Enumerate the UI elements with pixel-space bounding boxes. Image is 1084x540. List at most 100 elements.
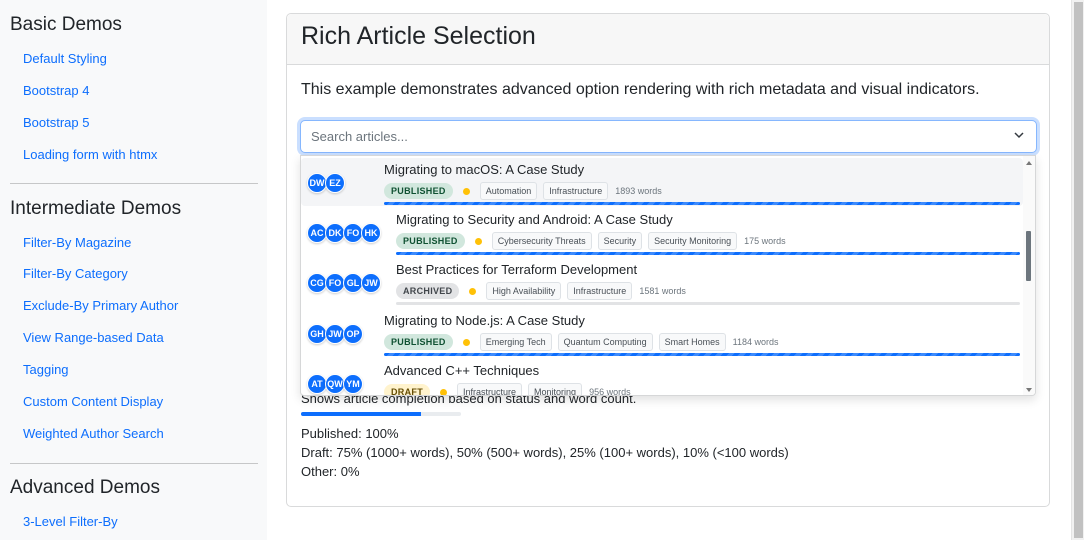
tag: Smart Homes <box>658 333 726 351</box>
tag: Infrastructure <box>457 383 523 395</box>
scroll-up-arrow-icon[interactable] <box>1026 161 1032 165</box>
scroll-down-arrow-icon[interactable] <box>1026 388 1032 392</box>
article-title: Advanced C++ Techniques <box>384 363 540 378</box>
article-title: Migrating to Security and Android: A Cas… <box>396 212 673 227</box>
tag: High Availability <box>486 282 562 300</box>
dropdown-scrollbar[interactable] <box>1023 156 1035 395</box>
article-meta: PUBLISHED Automation Infrastructure 1893… <box>384 182 662 200</box>
nav-filter-by-category[interactable]: Filter-By Category <box>23 266 128 282</box>
nav-default-styling[interactable]: Default Styling <box>23 51 107 67</box>
avatar: GH <box>307 324 327 344</box>
article-option[interactable]: AC DK FO HK Migrating to Security and An… <box>301 208 1023 256</box>
tag: Emerging Tech <box>479 333 552 351</box>
tag: Security <box>597 232 643 250</box>
chevron-down-icon[interactable] <box>1012 128 1026 142</box>
nav-3-level-filter-by[interactable]: 3-Level Filter-By <box>23 514 118 530</box>
divider <box>10 183 258 184</box>
completion-progress-bar <box>301 412 461 416</box>
nav-loading-form-htmx[interactable]: Loading form with htmx <box>23 147 157 163</box>
tag: Automation <box>479 182 538 200</box>
article-option[interactable]: DW EZ Migrating to macOS: A Case Study P… <box>301 158 1023 206</box>
article-title: Best Practices for Terraform Development <box>396 262 638 277</box>
status-badge: PUBLISHED <box>396 233 465 249</box>
nav-view-range-based-data[interactable]: View Range-based Data <box>23 330 164 346</box>
author-avatars: DW EZ <box>307 173 345 193</box>
nav-filter-by-magazine[interactable]: Filter-By Magazine <box>23 235 131 251</box>
article-meta: PUBLISHED Emerging Tech Quantum Computin… <box>384 333 779 351</box>
status-badge: PUBLISHED <box>384 183 453 199</box>
section-title-basic-demos: Basic Demos <box>10 14 122 35</box>
page-scroll-thumb[interactable] <box>1074 2 1083 538</box>
divider <box>10 463 258 464</box>
article-progress <box>396 302 1020 305</box>
card-header: Rich Article Selection <box>287 14 1049 65</box>
status-dot <box>440 388 447 395</box>
avatar: DK <box>325 223 345 243</box>
author-avatars: AC DK FO HK <box>307 223 381 243</box>
avatar: AC <box>307 223 327 243</box>
legend-published: Published: 100% <box>301 426 399 441</box>
description: This example demonstrates advanced optio… <box>301 81 980 98</box>
tag: Infrastructure <box>567 282 633 300</box>
article-meta: DRAFT Infrastructure Monitoring 956 word… <box>384 383 631 396</box>
avatar: YM <box>343 374 363 394</box>
avatar: FO <box>325 273 345 293</box>
article-select[interactable] <box>300 120 1037 153</box>
article-option[interactable]: CG FO GL JW Best Practices for Terraform… <box>301 258 1023 306</box>
word-count: 175 words <box>744 236 786 246</box>
sidebar: Basic Demos Default Styling Bootstrap 4 … <box>0 0 267 540</box>
status-dot <box>462 338 470 346</box>
avatar: DW <box>307 173 327 193</box>
article-dropdown: DW EZ Migrating to macOS: A Case Study P… <box>300 155 1036 396</box>
status-dot <box>462 187 470 195</box>
page-scrollbar[interactable] <box>1071 0 1084 540</box>
avatar: FO <box>343 223 363 243</box>
status-badge: ARCHIVED <box>396 283 460 299</box>
avatar: HK <box>361 223 381 243</box>
page-title: Rich Article Selection <box>301 22 536 50</box>
dropdown-scroll-thumb[interactable] <box>1026 231 1031 281</box>
word-count: 956 words <box>589 387 631 396</box>
article-option[interactable]: AT QW YM Advanced C++ Techniques DRAFT I… <box>301 359 1023 396</box>
author-avatars: AT QW YM <box>307 374 363 394</box>
status-badge: PUBLISHED <box>384 334 453 350</box>
avatar: JW <box>361 273 381 293</box>
legend-draft: Draft: 75% (1000+ words), 50% (500+ word… <box>301 445 789 460</box>
tag: Security Monitoring <box>648 232 738 250</box>
author-avatars: GH JW OP <box>307 324 363 344</box>
nav-weighted-author-search[interactable]: Weighted Author Search <box>23 426 164 442</box>
section-title-intermediate-demos: Intermediate Demos <box>10 198 182 219</box>
search-input[interactable] <box>301 121 981 152</box>
article-title: Migrating to macOS: A Case Study <box>384 162 585 177</box>
avatar: JW <box>325 324 345 344</box>
nav-custom-content-display[interactable]: Custom Content Display <box>23 394 163 410</box>
word-count: 1893 words <box>615 186 662 196</box>
article-title: Migrating to Node.js: A Case Study <box>384 313 585 328</box>
article-progress <box>384 353 1020 356</box>
avatar: GL <box>343 273 363 293</box>
status-dot <box>469 287 477 295</box>
tag: Quantum Computing <box>557 333 653 351</box>
avatar: AT <box>307 374 327 394</box>
article-option[interactable]: GH JW OP Migrating to Node.js: A Case St… <box>301 309 1023 357</box>
tag: Infrastructure <box>543 182 609 200</box>
word-count: 1184 words <box>732 337 779 347</box>
author-avatars: CG FO GL JW <box>307 273 381 293</box>
nav-tagging[interactable]: Tagging <box>23 362 69 378</box>
article-progress <box>396 252 1020 255</box>
status-badge: DRAFT <box>384 384 430 395</box>
avatar: EZ <box>325 173 345 193</box>
article-meta: ARCHIVED High Availability Infrastructur… <box>396 282 686 300</box>
avatar: CG <box>307 273 327 293</box>
article-progress <box>384 202 1020 205</box>
status-dot <box>474 237 482 245</box>
legend-other: Other: 0% <box>301 464 360 479</box>
tag: Monitoring <box>528 383 583 395</box>
nav-exclude-by-primary-author[interactable]: Exclude-By Primary Author <box>23 298 178 314</box>
tag: Cybersecurity Threats <box>491 232 592 250</box>
avatar: OP <box>343 324 363 344</box>
nav-bootstrap-5[interactable]: Bootstrap 5 <box>23 115 90 131</box>
article-meta: PUBLISHED Cybersecurity Threats Security… <box>396 232 786 250</box>
section-title-advanced-demos: Advanced Demos <box>10 477 160 498</box>
nav-bootstrap-4[interactable]: Bootstrap 4 <box>23 83 90 99</box>
